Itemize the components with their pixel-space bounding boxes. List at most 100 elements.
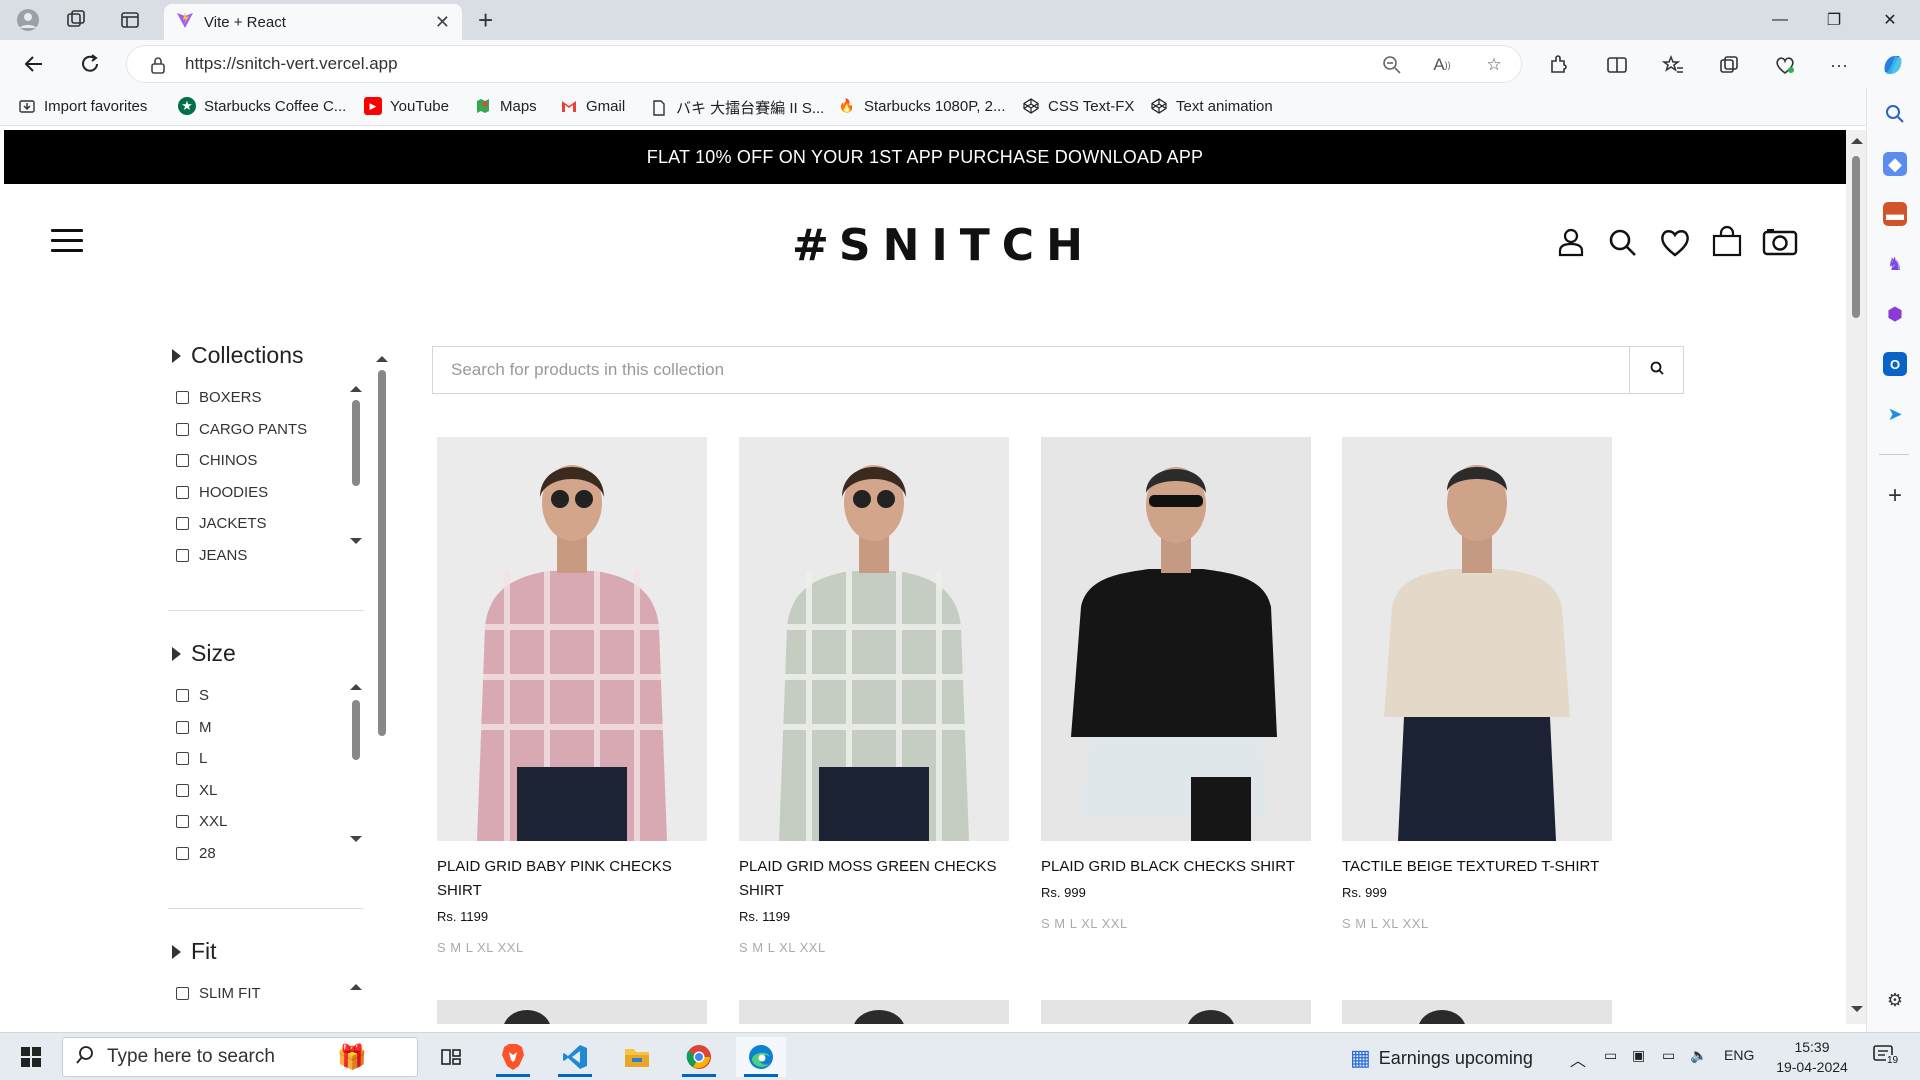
wishlist-heart-icon[interactable] [1658,225,1692,259]
scroll-thumb[interactable] [352,400,360,486]
scroll-down-icon[interactable] [350,538,362,544]
notifications-button[interactable]: 19 [1872,1043,1902,1071]
browser-essentials-icon[interactable] [1772,52,1798,78]
product-card-partial[interactable] [437,1000,707,1024]
product-image[interactable] [437,437,707,841]
brave-icon[interactable] [488,1037,538,1077]
promo-banner[interactable]: FLAT 10% OFF ON YOUR 1ST APP PURCHASE DO… [4,130,1846,184]
product-card-partial[interactable] [1342,1000,1612,1024]
checkbox[interactable] [176,720,189,734]
checkbox[interactable] [176,987,189,1001]
product-card[interactable]: PLAID GRID BABY PINK CHECKS SHIRT Rs. 11… [437,437,707,955]
tab-actions-icon[interactable] [116,6,144,34]
filter-option[interactable]: JACKETS [176,508,356,540]
checkbox[interactable] [176,391,189,405]
collections-icon[interactable] [1716,52,1742,78]
bookmark-import-favorites[interactable]: Import favorites [18,97,147,115]
scroll-thumb[interactable] [352,700,360,760]
search-submit-button[interactable] [1629,347,1683,393]
filter-option[interactable]: XL [176,775,356,807]
checkbox[interactable] [176,422,189,436]
menu-icon[interactable] [51,229,83,253]
clock[interactable]: 15:39 19-04-2024 [1768,1037,1856,1077]
product-card[interactable]: PLAID GRID BLACK CHECKS SHIRT Rs. 999 S … [1041,437,1311,931]
camera-search-icon[interactable] [1762,225,1798,259]
tab-active[interactable]: Vite + React ✕ [164,4,462,40]
chrome-icon[interactable] [674,1037,724,1077]
filter-option[interactable]: XXL [176,806,356,838]
filter-option[interactable]: CHINOS [176,445,356,477]
product-card[interactable]: TACTILE BEIGE TEXTURED T-SHIRT Rs. 999 S… [1342,437,1612,931]
close-tab-icon[interactable]: ✕ [435,12,450,33]
language-indicator[interactable]: ENG [1724,1047,1754,1063]
windows-start-icon[interactable] [6,1037,56,1077]
filter-option[interactable]: CARGO PANTS [176,414,356,446]
scroll-thumb[interactable] [378,370,386,736]
meet-now-icon[interactable]: ▭ [1604,1047,1617,1064]
page-scrollbar[interactable] [1846,130,1866,1024]
product-card-partial[interactable] [1041,1000,1311,1024]
product-image[interactable] [1041,437,1311,841]
product-name[interactable]: PLAID GRID BABY PINK CHECKS SHIRT [437,855,707,903]
scroll-thumb[interactable] [1852,156,1860,318]
weather-widget[interactable]: ▦ Earnings upcoming [1350,1045,1533,1071]
favorite-star-icon[interactable]: ☆ [1483,54,1505,76]
search-sidebar-icon[interactable] [1883,102,1907,126]
filter-option[interactable]: JEANS [176,540,356,572]
favorites-icon[interactable] [1660,52,1686,78]
scroll-up-icon[interactable] [376,356,388,362]
filter-option[interactable]: 28 [176,838,356,870]
filter-option[interactable]: SLIM FIT [176,978,356,1010]
tools-icon[interactable]: ▬ [1883,202,1907,226]
bookmark-maps[interactable]: Maps [474,97,537,115]
more-options-icon[interactable]: ··· [1826,52,1852,78]
product-image[interactable] [1342,437,1612,841]
restore-icon[interactable]: ❐ [1806,0,1862,40]
volume-icon[interactable]: 🔈 [1690,1047,1707,1064]
filter-option[interactable]: S [176,680,356,712]
defender-icon[interactable]: ▣ [1632,1047,1645,1064]
collections-scrollbar[interactable] [350,386,362,548]
url-text[interactable]: https://snitch-vert.vercel.app [185,54,398,74]
filter-size-header[interactable]: Size [172,640,236,667]
split-screen-icon[interactable] [1604,52,1630,78]
bookmark-css-text-fx[interactable]: CSS Text-FX [1022,97,1134,115]
scroll-down-icon[interactable] [1851,1006,1863,1012]
battery-icon[interactable]: ▭ [1662,1047,1675,1064]
product-image[interactable] [739,437,1009,841]
filter-option[interactable]: BOXERS [176,382,356,414]
copilot-icon[interactable] [1880,52,1906,78]
site-logo[interactable]: # SNITCH [792,220,1095,271]
checkbox[interactable] [176,454,189,468]
send-icon[interactable]: ➤ [1883,402,1907,426]
extensions-icon[interactable] [1546,52,1572,78]
size-scrollbar[interactable] [350,684,362,846]
cart-bag-icon[interactable] [1710,225,1744,259]
outlook-icon[interactable]: O [1883,352,1907,376]
product-name[interactable]: PLAID GRID BLACK CHECKS SHIRT [1041,855,1311,879]
games-icon[interactable]: ♞ [1883,252,1907,276]
filter-collections-header[interactable]: Collections [172,342,304,369]
bookmark-starbucks[interactable]: ★ Starbucks Coffee C... [178,97,346,115]
bookmark-gmail[interactable]: Gmail [560,97,625,115]
close-window-icon[interactable]: ✕ [1862,0,1918,40]
filter-fit-header[interactable]: Fit [172,938,217,965]
collection-search-input[interactable] [433,348,1613,392]
shopping-tag-icon[interactable]: ◆ [1883,152,1907,176]
scroll-up-icon[interactable] [350,684,362,690]
product-card-partial[interactable] [739,1000,1009,1024]
product-name[interactable]: TACTILE BEIGE TEXTURED T-SHIRT [1342,855,1612,879]
checkbox[interactable] [176,517,189,531]
checkbox[interactable] [176,548,189,562]
checkbox[interactable] [176,846,189,860]
checkbox[interactable] [176,752,189,766]
back-icon[interactable] [20,50,48,78]
account-icon[interactable] [1554,225,1588,259]
filters-outer-scrollbar[interactable] [376,356,388,876]
zoom-icon[interactable] [1381,54,1403,76]
filter-option[interactable]: HOODIES [176,477,356,509]
scroll-up-icon[interactable] [350,984,362,990]
scroll-down-icon[interactable] [350,836,362,842]
file-explorer-icon[interactable] [612,1037,662,1077]
add-sidebar-icon[interactable]: + [1883,482,1907,509]
